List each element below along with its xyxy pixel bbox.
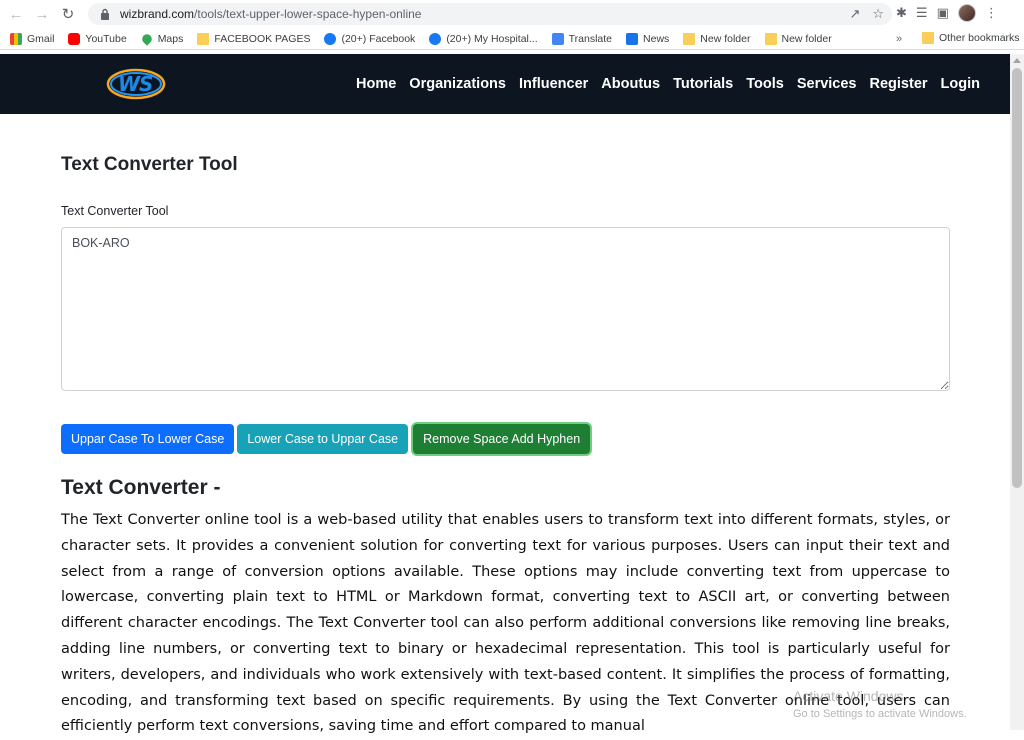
back-icon[interactable]: ← (4, 2, 28, 26)
nav-services[interactable]: Services (797, 76, 857, 92)
bookmark-translate[interactable]: Translate (551, 32, 612, 45)
scroll-up-icon[interactable] (1013, 58, 1021, 63)
upper-to-lower-button[interactable]: Uppar Case To Lower Case (61, 424, 235, 454)
nav-aboutus[interactable]: Aboutus (601, 76, 660, 92)
bookmark-new-folder-1[interactable]: New folder (683, 32, 751, 45)
url-text: wizbrand.com/tools/text-upper-lower-spac… (120, 7, 422, 21)
folder-icon (922, 32, 934, 44)
side-panel-icon[interactable]: ▣ (937, 5, 949, 21)
bookmark-new-folder-2[interactable]: New folder (764, 32, 832, 45)
nav-tools[interactable]: Tools (746, 76, 784, 92)
media-icon[interactable]: ☰ (916, 5, 928, 21)
nav-register[interactable]: Register (870, 76, 928, 92)
text-input[interactable]: BOK-ARO (61, 227, 950, 391)
site-navbar: W S Home Organizations Influencer Aboutu… (0, 54, 1010, 114)
page-title: Text Converter Tool (61, 154, 238, 175)
bookmark-news[interactable]: News (626, 32, 669, 45)
nav-tutorials[interactable]: Tutorials (673, 76, 733, 92)
convert-buttons: Uppar Case To Lower Case Lower Case to U… (61, 424, 591, 454)
nav-login[interactable]: Login (941, 76, 980, 92)
youtube-icon (68, 32, 81, 45)
svg-text:W: W (118, 72, 141, 96)
remove-space-add-hyphen-button[interactable]: Remove Space Add Hyphen (413, 424, 591, 454)
nav-organizations[interactable]: Organizations (409, 76, 506, 92)
textarea-label: Text Converter Tool (61, 204, 169, 218)
reload-icon[interactable]: ↻ (56, 2, 80, 26)
folder-icon (764, 32, 777, 45)
page-scrollbar[interactable] (1010, 54, 1024, 730)
translate-icon (551, 32, 564, 45)
menu-icon[interactable]: ⋮ (985, 5, 998, 21)
facebook-icon (429, 32, 442, 45)
bookmark-star-icon[interactable]: ☆ (872, 6, 884, 22)
bookmark-facebook[interactable]: (20+) Facebook (324, 32, 415, 45)
bookmark-youtube[interactable]: YouTube (68, 32, 127, 45)
facebook-icon (324, 32, 337, 45)
bookmark-facebook-pages[interactable]: FACEBOOK PAGES (197, 32, 310, 45)
forward-icon[interactable]: → (30, 2, 54, 26)
nav-home[interactable]: Home (356, 76, 396, 92)
profile-avatar[interactable] (957, 4, 976, 22)
scroll-thumb[interactable] (1012, 68, 1022, 488)
bookmark-maps[interactable]: Maps (139, 31, 183, 46)
address-bar[interactable]: wizbrand.com/tools/text-upper-lower-spac… (88, 3, 892, 25)
share-icon[interactable]: ↗ (849, 6, 860, 22)
lower-to-upper-button[interactable]: Lower Case to Uppar Case (237, 424, 409, 454)
wizbrand-logo[interactable]: W S (104, 62, 168, 104)
svg-text:S: S (139, 72, 153, 96)
windows-watermark-title: Activate Windows (793, 688, 904, 704)
folder-icon (683, 32, 696, 45)
gmail-icon (10, 32, 22, 45)
windows-watermark-subtitle: Go to Settings to activate Windows. (793, 708, 967, 720)
news-icon (626, 32, 639, 45)
bookmarks-bar: Gmail YouTube Maps FACEBOOK PAGES (20+) … (0, 28, 1024, 50)
article-heading: Text Converter - (61, 476, 221, 499)
folder-icon (197, 32, 210, 45)
bookmark-my-hospital[interactable]: (20+) My Hospital... (429, 32, 538, 45)
bookmarks-overflow-button[interactable]: » (896, 33, 902, 45)
article-body: The Text Converter online tool is a web-… (61, 512, 950, 735)
browser-toolbar: ← → ↻ wizbrand.com/tools/text-upper-lowe… (0, 0, 1024, 28)
bookmark-gmail[interactable]: Gmail (10, 32, 54, 45)
nav-influencer[interactable]: Influencer (519, 76, 588, 92)
bookmark-other[interactable]: Other bookmarks (922, 32, 1020, 44)
extensions-icon[interactable]: ✱ (896, 5, 907, 21)
maps-icon (139, 31, 154, 46)
lock-icon (98, 7, 112, 21)
main-nav: Home Organizations Influencer Aboutus Tu… (356, 54, 980, 114)
